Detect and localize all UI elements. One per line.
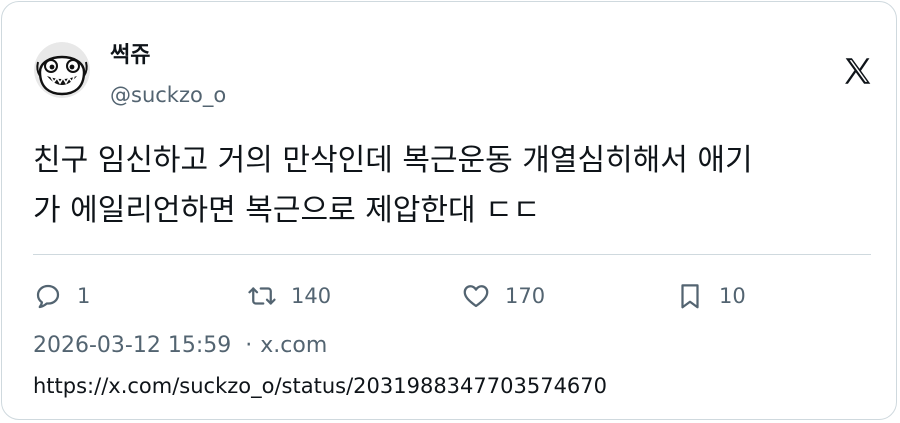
tweet-text-line-1: 친구 임신하고 거의 만삭인데 복근운동 개열심히해서 애기	[33, 143, 753, 178]
author-display-name[interactable]: 썩쥬	[110, 42, 150, 70]
source-link[interactable]: x.com	[260, 333, 327, 358]
tweet-meta: 2026-03-12 15:59 · x.com	[33, 331, 327, 361]
avatar[interactable]	[34, 42, 90, 98]
meta-separator: ·	[245, 333, 253, 358]
divider	[33, 254, 871, 255]
tweet-url[interactable]: https://x.com/suckzo_o/status/2031988347…	[33, 371, 607, 401]
author-handle[interactable]: @suckzo_o	[110, 82, 226, 108]
bookmark-count: 10	[719, 284, 746, 308]
tweet-card: 썩쥬 @suckzo_o 친구 임신하고 거의 만삭인데 복근운동 개열심히해서…	[1, 1, 897, 420]
heart-icon	[463, 285, 489, 308]
repost-arrows-icon	[248, 287, 276, 305]
tweet-text-line-2: 가 에일리언하면 복근으로 제압한대 ㄷㄷ	[33, 193, 541, 228]
repost-count: 140	[291, 284, 332, 308]
cartoon-face-avatar-icon	[34, 42, 90, 98]
x-logo-icon[interactable]	[840, 54, 874, 88]
timestamp[interactable]: 2026-03-12 15:59	[33, 333, 231, 358]
reply-count: 1	[77, 284, 91, 308]
bookmark-icon	[681, 284, 699, 309]
bookmark-button[interactable]: 10	[675, 278, 746, 314]
reply-button[interactable]: 1	[33, 278, 90, 314]
like-button[interactable]: 170	[461, 278, 545, 314]
speech-bubble-icon	[36, 284, 60, 309]
like-count: 170	[505, 284, 546, 308]
repost-button[interactable]: 140	[247, 278, 331, 314]
tweet-text: 친구 임신하고 거의 만삭인데 복근운동 개열심히해서 애기 가 에일리언하면 …	[33, 136, 873, 236]
